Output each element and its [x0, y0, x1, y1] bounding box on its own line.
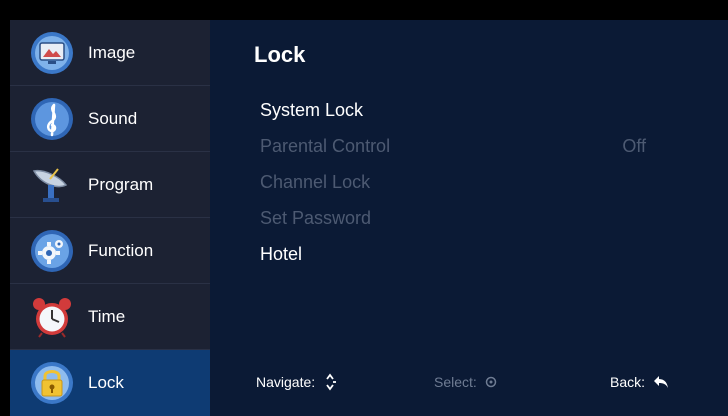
- sidebar-item-sound[interactable]: Sound: [10, 86, 210, 152]
- sidebar-item-label: Function: [88, 240, 154, 260]
- back-hint: Back:: [610, 374, 669, 390]
- tv-menu-screen: Image Sound Program Function Time Lock L…: [0, 0, 728, 416]
- panel-title: Lock: [254, 42, 306, 67]
- menu-item-label: Hotel: [260, 243, 303, 264]
- select-hint-label: Select:: [434, 374, 477, 390]
- satellite-dish-icon: [28, 161, 76, 209]
- sidebar-item-lock[interactable]: Lock: [10, 350, 222, 416]
- ok-button-icon: [485, 376, 497, 388]
- sidebar-item-image[interactable]: Image: [10, 20, 210, 86]
- menu-item-set-password: Set Password: [260, 203, 690, 233]
- menu-item-parental-control: Parental Control Off: [260, 131, 690, 161]
- menu-item-system-lock[interactable]: System Lock: [260, 95, 690, 125]
- alarm-clock-icon: [28, 293, 76, 341]
- sidebar-item-label: Program: [88, 174, 154, 194]
- navigate-hint-label: Navigate:: [256, 374, 316, 390]
- back-arrow-icon: [653, 375, 669, 389]
- menu-item-label: System Lock: [260, 99, 364, 120]
- monitor-icon: [28, 29, 76, 77]
- back-hint-label: Back:: [610, 374, 646, 390]
- gear-icon: [28, 227, 76, 275]
- menu-item-label: Set Password: [260, 207, 372, 228]
- sidebar-item-label: Sound: [88, 108, 138, 128]
- music-note-icon: [28, 95, 76, 143]
- lock-settings-panel: Lock System Lock Parental Control Off Ch…: [210, 20, 728, 416]
- menu-item-value: Off: [622, 135, 646, 156]
- menu-item-label: Channel Lock: [260, 171, 371, 192]
- sidebar-item-label: Image: [88, 42, 136, 62]
- sidebar-item-label: Time: [88, 306, 126, 326]
- menu-item-label: Parental Control: [260, 135, 391, 156]
- sidebar-item-program[interactable]: Program: [10, 152, 210, 218]
- menu-item-hotel[interactable]: Hotel: [260, 239, 690, 269]
- key-hint-bar: Navigate: Select: Back:: [210, 368, 728, 396]
- sidebar-item-label: Lock: [88, 373, 124, 392]
- select-hint: Select:: [434, 374, 497, 390]
- padlock-icon: [28, 359, 76, 407]
- menu-item-channel-lock: Channel Lock: [260, 167, 690, 197]
- category-sidebar: Image Sound Program Function Time Lock: [10, 20, 222, 416]
- sidebar-item-function[interactable]: Function: [10, 218, 210, 284]
- navigate-hint: Navigate:: [256, 373, 337, 391]
- sidebar-item-time[interactable]: Time: [10, 284, 210, 350]
- navigate-arrows-icon: [323, 373, 337, 391]
